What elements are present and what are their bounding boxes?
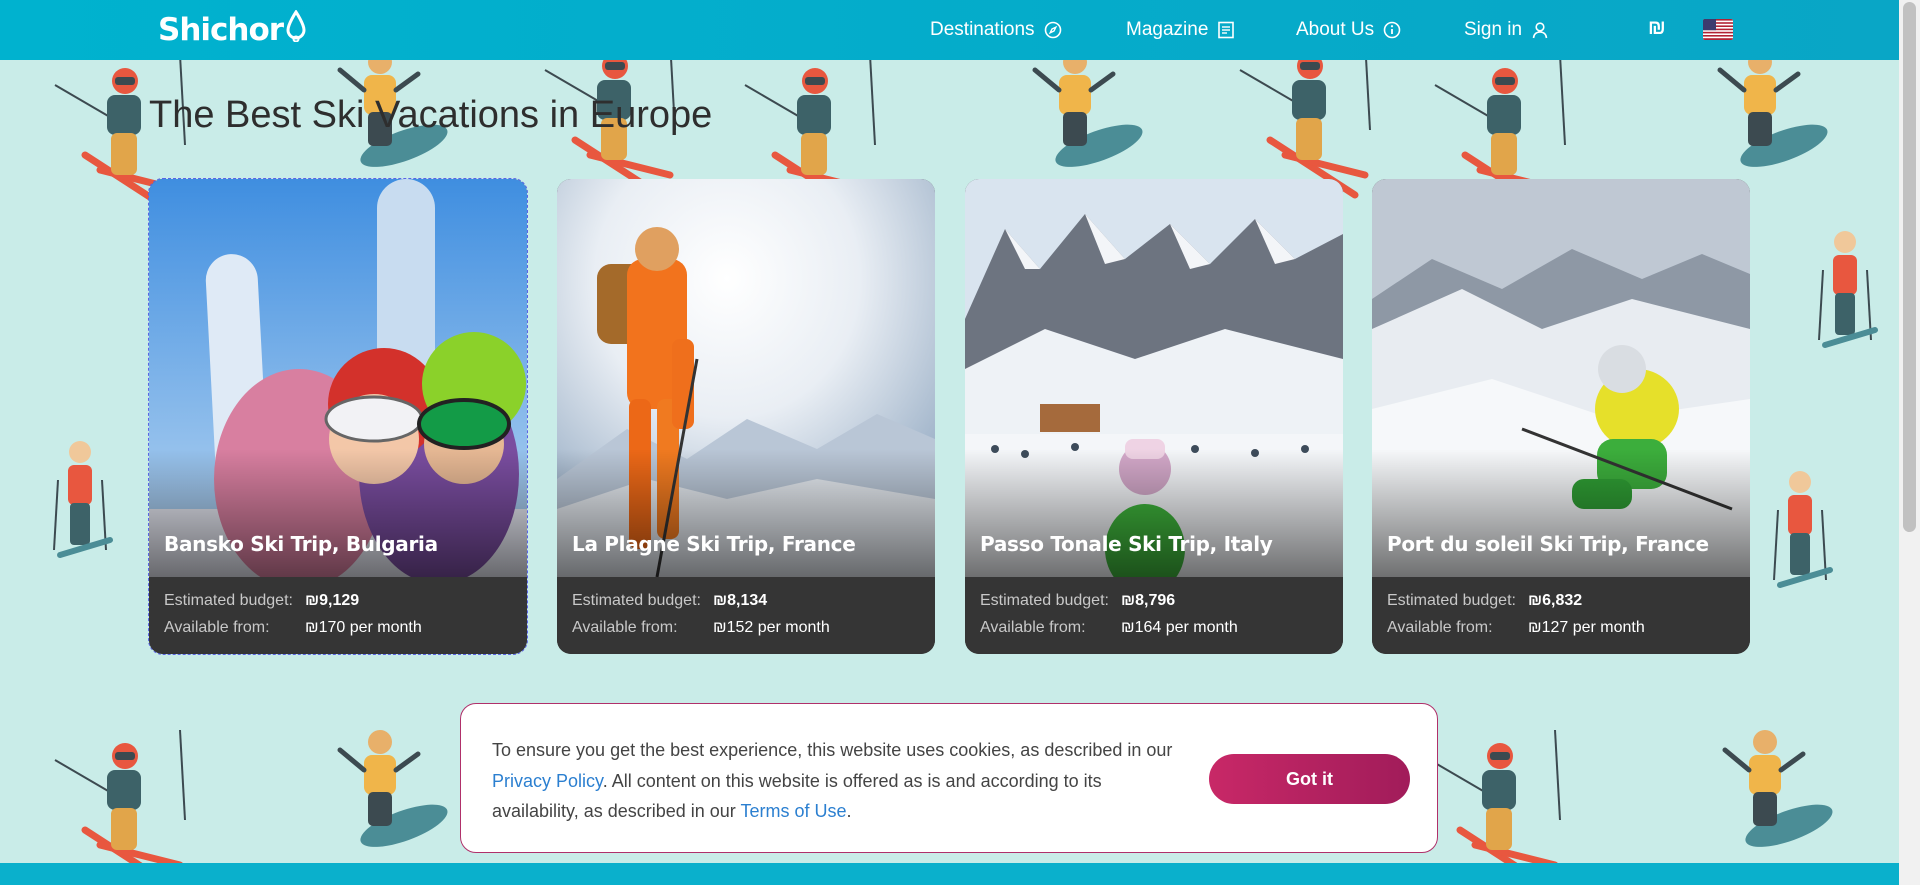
page-title: The Best Ski Vacations in Europe (149, 94, 713, 136)
budget-value: ₪9,129 (305, 592, 360, 609)
available-label: Available from: (164, 619, 270, 636)
available-value: ₪152 per month (713, 619, 830, 636)
info-icon (1383, 21, 1401, 39)
privacy-policy-link[interactable]: Privacy Policy (492, 771, 603, 791)
nav-destinations-label: Destinations (930, 19, 1035, 40)
document-icon (1218, 21, 1235, 39)
vertical-scrollbar[interactable] (1899, 0, 1920, 885)
card-info-panel: Estimated budget: ₪9,129 Available from:… (149, 577, 527, 654)
budget-label: Estimated budget: (164, 592, 293, 609)
card-shade (1372, 449, 1750, 577)
budget-label: Estimated budget: (572, 592, 701, 609)
trip-card-passo-tonale[interactable]: Passo Tonale Ski Trip, Italy Estimated b… (965, 179, 1343, 654)
budget-label: Estimated budget: (980, 592, 1109, 609)
budget-label: Estimated budget: (1387, 592, 1516, 609)
nav-about-us[interactable]: About Us (1296, 0, 1401, 60)
nav-magazine[interactable]: Magazine (1126, 0, 1235, 60)
card-info-panel: Estimated budget: ₪8,796 Available from:… (965, 577, 1343, 654)
card-info-panel: Estimated budget: ₪8,134 Available from:… (557, 577, 935, 654)
budget-value: ₪6,832 (1528, 592, 1583, 609)
available-value: ₪127 per month (1528, 619, 1645, 636)
card-title: Passo Tonale Ski Trip, Italy (980, 532, 1273, 556)
trip-card-la-plagne[interactable]: La Plagne Ski Trip, France Estimated bud… (557, 179, 935, 654)
nav-sign-in-label: Sign in (1464, 19, 1523, 40)
compass-icon (1044, 21, 1061, 39)
currency-selector[interactable]: ₪ (1648, 17, 1666, 40)
budget-value: ₪8,134 (713, 592, 768, 609)
logo-text: Shichor (158, 12, 284, 48)
nav-sign-in[interactable]: Sign in (1464, 0, 1549, 60)
available-label: Available from: (980, 619, 1086, 636)
us-flag-icon[interactable] (1703, 19, 1733, 40)
available-label: Available from: (1387, 619, 1493, 636)
cookie-text-start: To ensure you get the best experience, t… (492, 740, 1173, 760)
footer-strip (0, 863, 1899, 885)
cookie-text: To ensure you get the best experience, t… (492, 735, 1182, 827)
card-shade (557, 449, 935, 577)
nav-about-us-label: About Us (1296, 19, 1375, 40)
card-shade (965, 449, 1343, 577)
card-title: Bansko Ski Trip, Bulgaria (164, 532, 438, 556)
terms-of-use-link[interactable]: Terms of Use (740, 801, 846, 821)
top-navigation-bar: Shichor Destinations Magazine About Us S… (0, 0, 1899, 60)
trip-card-port-du-soleil[interactable]: Port du soleil Ski Trip, France Estimate… (1372, 179, 1750, 654)
card-shade (149, 449, 527, 577)
shichor-logo[interactable]: Shichor (158, 8, 307, 52)
available-label: Available from: (572, 619, 678, 636)
got-it-button[interactable]: Got it (1209, 754, 1410, 804)
nav-magazine-label: Magazine (1126, 19, 1209, 40)
cookie-text-end: . (846, 801, 852, 821)
available-value: ₪170 per month (305, 619, 422, 636)
nav-destinations[interactable]: Destinations (930, 0, 1062, 60)
available-value: ₪164 per month (1121, 619, 1238, 636)
drop-icon (286, 10, 306, 42)
budget-value: ₪8,796 (1121, 592, 1176, 609)
card-info-panel: Estimated budget: ₪6,832 Available from:… (1372, 577, 1750, 654)
trip-card-bansko[interactable]: Bansko Ski Trip, Bulgaria Estimated budg… (148, 178, 528, 655)
cookie-consent-banner: To ensure you get the best experience, t… (460, 703, 1438, 853)
user-icon (1532, 22, 1548, 39)
card-title: Port du soleil Ski Trip, France (1387, 532, 1709, 556)
scrollbar-thumb[interactable] (1903, 2, 1916, 532)
card-title: La Plagne Ski Trip, France (572, 532, 856, 556)
